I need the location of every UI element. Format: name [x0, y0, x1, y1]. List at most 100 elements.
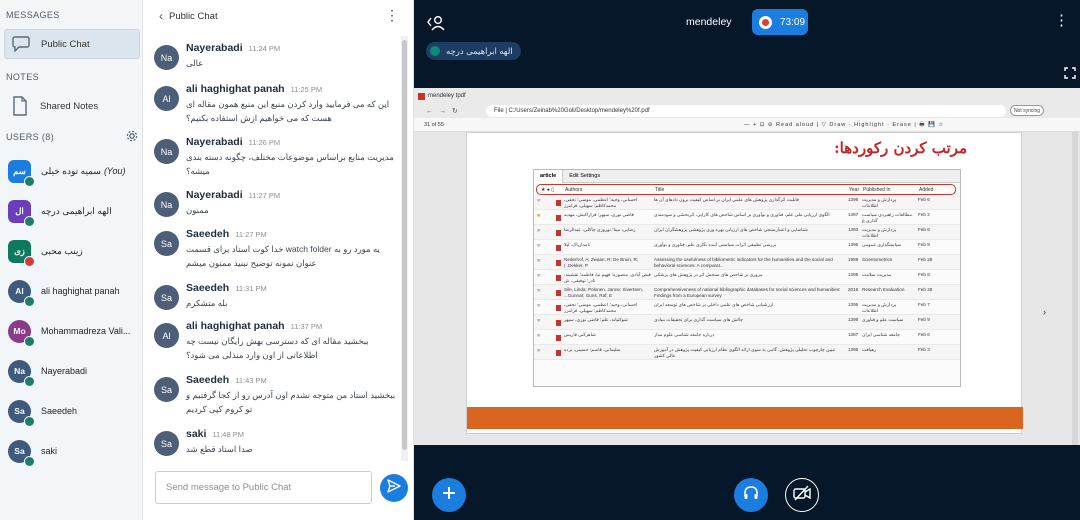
user-list-item[interactable]: Al ali haghighat panah [8, 274, 140, 308]
video-off-icon [793, 485, 811, 506]
chevron-right-icon: › [1043, 307, 1046, 317]
cell-year: 1396 [848, 242, 859, 247]
avatar-initials: Na [14, 366, 25, 376]
message-sender: Nayerabadi 11:27 PM [186, 189, 280, 201]
pdf-file-icon [556, 200, 561, 206]
message-time: 11:37 PM [290, 322, 323, 331]
cell-added: Feb 28 [918, 287, 933, 292]
cell-authors: شوکتیاند، علم؛ قاضی نوری، سپهر [564, 317, 628, 322]
avatar: سم [8, 159, 35, 187]
audio-button[interactable] [734, 478, 768, 512]
cell-title: تبیین چارچوب تحلیلی پژوهش: گامی به سوی ا… [654, 347, 836, 358]
avatar: زی [8, 239, 35, 267]
fullscreen-icon[interactable] [1064, 66, 1076, 79]
header-icons: ★ ● ▯ [541, 187, 555, 193]
user-list-item[interactable]: سم سمیه توده خیلی (You) [8, 154, 140, 188]
chat-scrollbar-thumb[interactable] [402, 40, 407, 450]
headset-status-icon [24, 175, 35, 187]
avatar: Sa [154, 431, 179, 456]
star-icon: ★ [536, 214, 542, 219]
avatar-initials: زی [14, 245, 25, 256]
cell-added: Feb 9 [918, 317, 930, 322]
user-name-text: saki [41, 446, 58, 456]
send-button[interactable] [380, 474, 408, 502]
sender-name: Saeedeh [186, 228, 230, 240]
cell-published-in: جامعه شناسی ایران [862, 332, 900, 337]
talking-indicator: الهه ابراهیمی درچه [426, 42, 521, 60]
cell-published-in: پردازش و مدیریت اطلاعات [862, 302, 897, 313]
public-chat-nav-item[interactable]: Public Chat [4, 29, 140, 59]
actions-plus-button[interactable] [432, 478, 466, 512]
user-list-item[interactable]: Sa Saeedeh [8, 394, 140, 428]
cell-year: 1397 [848, 212, 859, 217]
avatar: Sa [8, 439, 35, 467]
cell-added: Feb 7 [918, 302, 930, 307]
avatar: Al [154, 86, 179, 111]
message-time: 11:48 PM [212, 430, 244, 439]
cell-added: Feb 28 [918, 257, 933, 262]
avatar: Sa [154, 231, 179, 256]
message-sender: Saeedeh 11:27 PM [186, 228, 267, 240]
star-icon: ★ [536, 229, 542, 234]
presentation-stage: mendeley 73:09 ⋮ الهه ابراهیمی درچه mend… [414, 0, 1080, 520]
sender-name: saki [186, 428, 207, 440]
talker-name: الهه ابراهیمی درچه [446, 45, 513, 56]
star-icon: ★ [536, 274, 542, 279]
star-icon: ★ [536, 199, 542, 204]
pdf-file-icon [556, 305, 561, 311]
chat-options-icon[interactable]: ⋮ [385, 8, 399, 22]
message-text: ببخشید استاد من متوجه نشدم اون آدرس رو ا… [186, 390, 396, 414]
shared-notes-nav-item[interactable]: Shared Notes [4, 91, 140, 121]
pdf-page-counter: 31 of 55 [424, 122, 444, 128]
chat-title: Public Chat [169, 10, 218, 22]
browser-tab-title: mendeley tpdf [428, 93, 466, 99]
avatar: Al [154, 323, 179, 348]
cell-title: Comprehensiveness of national bibliograp… [654, 287, 841, 298]
user-list-item[interactable]: زی زینب محبی [8, 234, 140, 268]
cell-published-in: سیاست علم و فناوری [862, 317, 904, 322]
cell-authors: احسانی، وحید؛ اعظمی، موسی؛ نجفی، محمدکاظ… [564, 302, 638, 313]
table-row: ★ احسانی، وحید؛ اعظمی، موسی؛ نجفی، محمدکا… [534, 195, 960, 210]
messages-section-title: MESSAGES [6, 10, 60, 20]
message-text: بله متشکرم [186, 298, 228, 308]
user-list-item[interactable]: Na Nayerabadi [8, 354, 140, 388]
mendeley-screenshot: article Edit Settings ★ ● ▯ Authors Titl… [533, 169, 961, 387]
table-row: ★ رضایی، مینا؛ نوروزی چاکلی، عبدالرضا شناس… [534, 225, 960, 240]
avatar: Mo [8, 319, 35, 347]
cell-authors: Sile, Linda; Polonen, Janne; Sivertsen, … [564, 287, 643, 298]
user-list-item[interactable]: ال الهه ابراهیمی درچه [8, 194, 140, 228]
cell-published-in: مدیریت سلامت [862, 272, 892, 277]
user-name: الهه ابراهیمی درچه [41, 206, 112, 217]
avatar: Sa [8, 399, 35, 427]
pdf-file-icon [556, 260, 561, 266]
shared-notes-label: Shared Notes [40, 100, 99, 112]
recording-indicator[interactable]: 73:09 [752, 9, 808, 35]
user-list-item[interactable]: Sa saki [8, 434, 140, 468]
meeting-title: mendeley [686, 16, 732, 28]
star-icon: ★ [536, 349, 542, 354]
message-text: یه مورد رو به watch folder خدا کوت استاد… [186, 244, 380, 268]
cell-authors: احسانی، وحید؛ اعظمی، موسی؛ نجفی، محمدکاظ… [564, 197, 638, 208]
pdf-file-icon [556, 350, 561, 356]
cell-published-in: پردازش و مدیریت اطلاعات [862, 227, 897, 238]
avatar-initials: Sa [14, 446, 25, 456]
chat-message-input[interactable]: Send message to Public Chat [155, 471, 372, 504]
user-list-item[interactable]: Mo Mohammadreza Vali... [8, 314, 140, 348]
gear-icon[interactable] [125, 129, 139, 143]
user-list-toggle-icon[interactable] [426, 14, 446, 32]
video-button[interactable] [785, 478, 819, 512]
avatar: Na [8, 359, 35, 387]
star-icon: ★ [536, 334, 542, 339]
table-row: ★ فیض آبادی، منصوره؛ فهیم نیا، فاطمه؛ نقش… [534, 270, 960, 285]
table-row: ★ شاهرکنی فاریس درباره جامعه شناسی علوم مد… [534, 330, 960, 345]
user-name-text: Saeedeh [41, 406, 78, 416]
chevron-left-icon[interactable]: ‹ [159, 9, 163, 23]
col-authors: Authors [565, 187, 583, 193]
star-icon: ★ [536, 304, 542, 309]
pdf-page: مرتب کردن رکوردها: article Edit Settings… [466, 132, 1023, 434]
you-label: (You) [103, 165, 126, 176]
options-menu-icon[interactable]: ⋮ [1054, 13, 1069, 28]
avatar-initials: ال [15, 205, 24, 216]
avatar-initials: Sa [14, 406, 25, 416]
user-name: زینب محبی [41, 246, 83, 257]
